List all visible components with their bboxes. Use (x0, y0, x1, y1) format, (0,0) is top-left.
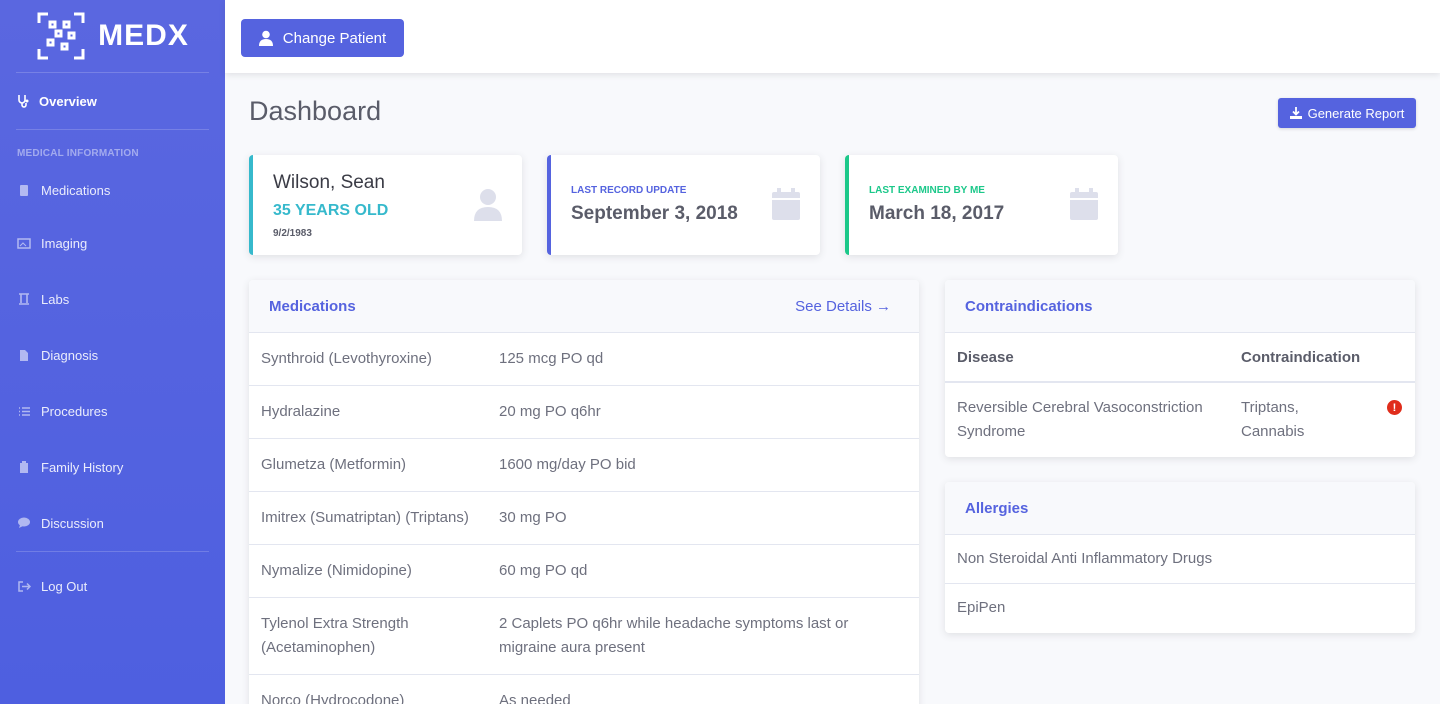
last-update-value: September 3, 2018 (571, 203, 738, 224)
logout-icon (17, 580, 31, 592)
column-header-disease: Disease (957, 348, 1014, 366)
table-row: Glumetza (Metformin) 1600 mg/day PO bid (249, 439, 919, 492)
generate-report-label: Generate Report (1307, 105, 1405, 121)
table-row: Tylenol Extra Strength (Acetaminophen) 2… (249, 598, 919, 675)
medication-name: Imitrex (Sumatriptan) (Triptans) (261, 509, 469, 526)
list-icon (17, 406, 31, 417)
topbar: Change Patient (225, 0, 1440, 73)
medication-dose: 60 mg PO qd (499, 562, 588, 579)
medication-dose: 30 mg PO (499, 509, 567, 526)
patient-card: Wilson, Sean 35 YEARS OLD 9/2/1983 (249, 155, 522, 255)
contraindications-card: Contraindications Disease Contraindicati… (945, 280, 1415, 457)
user-icon (474, 189, 502, 221)
download-icon (1289, 107, 1302, 119)
list-item: EpiPen (957, 599, 1006, 616)
logo-icon (37, 12, 85, 60)
table-header: Disease Contraindication (945, 333, 1415, 383)
last-exam-label: Last Examined By Me (869, 185, 985, 196)
change-patient-button[interactable]: Change Patient (241, 19, 404, 57)
contraindications-title: Contraindications (965, 297, 1093, 315)
sidebar-item-label: Discussion (41, 515, 104, 531)
medication-name: Synthroid (Levothyroxine) (261, 350, 432, 367)
sidebar-item-label: Procedures (41, 403, 108, 419)
medication-dose: 1600 mg/day PO bid (499, 456, 636, 473)
medication-name: Glumetza (Metformin) (261, 456, 407, 473)
contraindication-cell: Triptans, Cannabis (1241, 399, 1305, 440)
sidebar: MEDX Overview Medical Information Medica… (0, 0, 225, 704)
column-header-contraindication: Contraindication (1241, 348, 1361, 366)
disease-cell: Reversible Cerebral Vasoconstriction Syn… (957, 399, 1203, 440)
brand[interactable]: MEDX (16, 0, 209, 73)
sidebar-item-overview[interactable]: Overview (0, 73, 225, 129)
sidebar-heading: Medical Information (17, 148, 139, 159)
medication-name: Nymalize (Nimidopine) (261, 562, 412, 579)
table-row: Synthroid (Levothyroxine) 125 mcg PO qd (249, 333, 919, 386)
sidebar-item-label: Family History (41, 459, 124, 475)
list-item: Non Steroidal Anti Inflammatory Drugs (945, 535, 1415, 584)
sidebar-item-label: Medications (41, 182, 111, 198)
medications-card: Medications See Details → Synthroid (Lev… (249, 280, 919, 704)
sidebar-divider (16, 551, 209, 552)
alert-icon[interactable]: ! (1387, 400, 1402, 415)
sidebar-item-label: Log Out (41, 578, 88, 594)
sidebar-item-label: Overview (39, 93, 97, 109)
last-update-label: Last Record Update (571, 185, 687, 196)
medications-title: Medications (269, 297, 356, 315)
contraindications-header: Contraindications (945, 280, 1415, 333)
medications-header: Medications See Details → (249, 280, 919, 333)
calendar-icon (772, 188, 800, 220)
last-exam-card: Last Examined By Me March 18, 2017 (845, 155, 1118, 255)
table-row: Imitrex (Sumatriptan) (Triptans) 30 mg P… (249, 492, 919, 545)
patient-dob: 9/2/1983 (273, 228, 312, 239)
calendar-icon (1070, 188, 1098, 220)
sidebar-item-discussion[interactable]: Discussion (0, 495, 225, 551)
page-title: Dashboard (249, 96, 382, 126)
table-row: Hydralazine 20 mg PO q6hr (249, 386, 919, 439)
medication-name: Tylenol Extra Strength (Acetaminophen) (261, 615, 409, 656)
sidebar-item-diagnosis[interactable]: Diagnosis (0, 327, 225, 383)
medication-dose: 2 Caplets PO q6hr while headache symptom… (499, 615, 849, 656)
medication-name: Hydralazine (261, 403, 341, 420)
flask-icon (17, 293, 31, 305)
see-details-link[interactable]: See Details → (795, 298, 891, 315)
chat-icon (17, 517, 31, 529)
sidebar-item-label: Labs (41, 291, 70, 307)
allergies-card: Allergies Non Steroidal Anti Inflammator… (945, 482, 1415, 633)
generate-report-button[interactable]: Generate Report (1278, 98, 1416, 128)
stethoscope-icon (18, 95, 29, 108)
allergies-title: Allergies (965, 499, 1029, 517)
last-exam-value: March 18, 2017 (869, 203, 1005, 224)
table-row: Norco (Hydrocodone) As needed (249, 675, 919, 704)
sidebar-item-medications[interactable]: Medications (0, 165, 225, 215)
file-icon (17, 349, 31, 362)
user-icon (258, 30, 273, 46)
sidebar-item-logout[interactable]: Log Out (0, 558, 225, 614)
medication-dose: 125 mcg PO qd (499, 350, 604, 367)
medication-dose: As needed (499, 692, 571, 704)
sidebar-item-family-history[interactable]: Family History (0, 439, 225, 495)
medication-name: Norco (Hydrocodone) (261, 692, 405, 704)
sidebar-item-procedures[interactable]: Procedures (0, 383, 225, 439)
table-row: Nymalize (Nimidopine) 60 mg PO qd (249, 545, 919, 598)
image-icon (17, 237, 31, 249)
brand-name: MEDX (98, 19, 189, 52)
pill-icon (17, 184, 31, 197)
medication-dose: 20 mg PO q6hr (499, 403, 601, 420)
sidebar-item-label: Diagnosis (41, 347, 99, 363)
change-patient-label: Change Patient (282, 29, 387, 47)
allergies-header: Allergies (945, 482, 1415, 535)
clipboard-icon (17, 460, 31, 474)
patient-age: 35 YEARS OLD (273, 202, 389, 219)
last-update-card: Last Record Update September 3, 2018 (547, 155, 820, 255)
sidebar-item-labs[interactable]: Labs (0, 271, 225, 327)
sidebar-item-label: Imaging (41, 235, 88, 251)
patient-name: Wilson, Sean (273, 172, 385, 193)
table-row: Reversible Cerebral Vasoconstriction Syn… (945, 383, 1415, 457)
sidebar-item-imaging[interactable]: Imaging (0, 215, 225, 271)
